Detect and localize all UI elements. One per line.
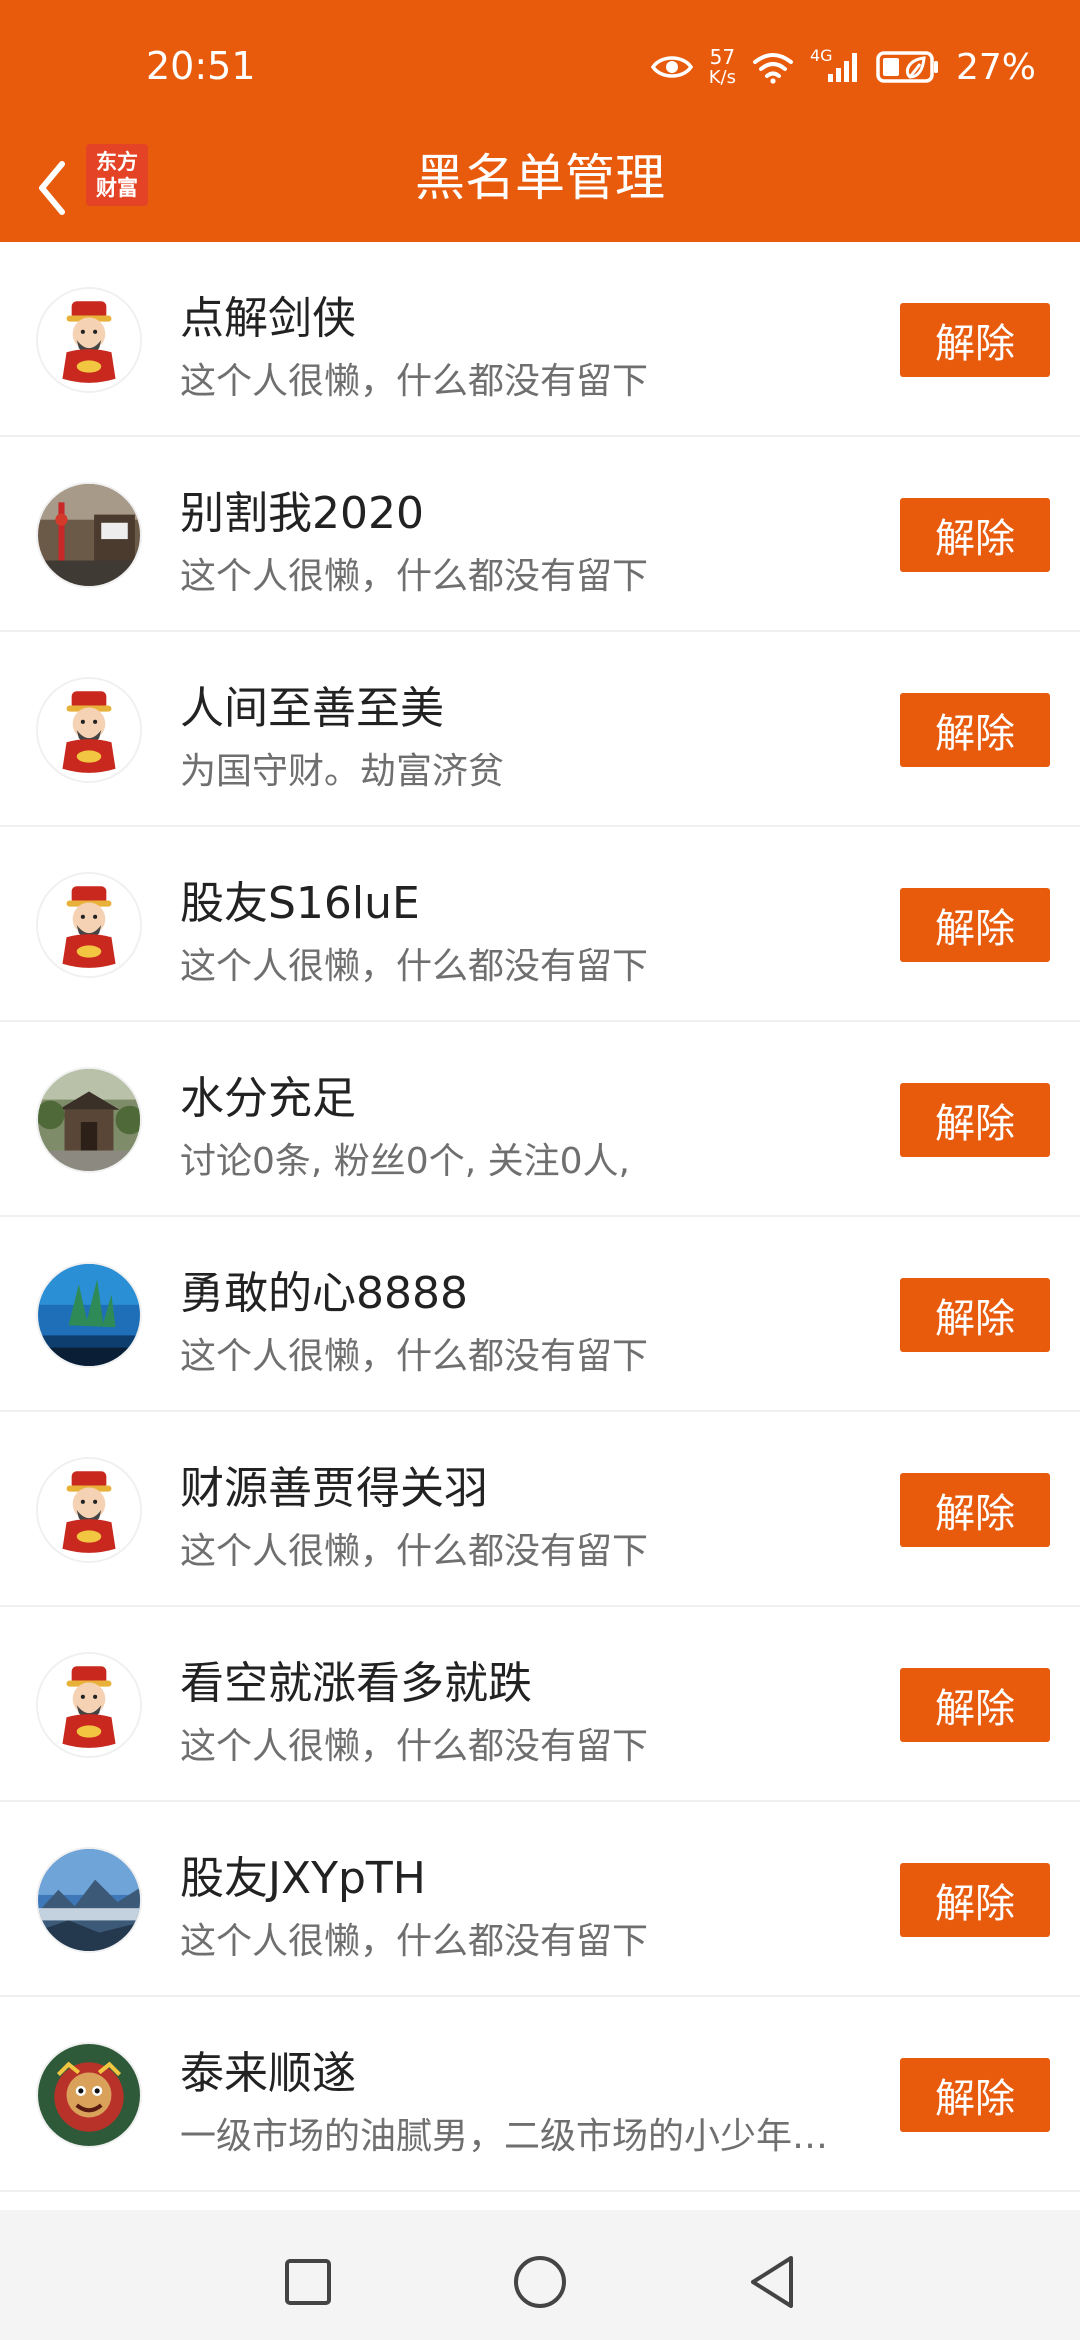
blocked-user-row: 股友S16luE 这个人很懒，什么都没有留下 解除: [0, 827, 1080, 1022]
blocked-user-row: 勇敢的心8888 这个人很懒，什么都没有留下 解除: [0, 1217, 1080, 1412]
user-name: 股友S16luE: [180, 878, 420, 929]
chevron-left-icon: [39, 161, 65, 215]
status-icons: 57 K/s 4G 27%: [650, 42, 1036, 92]
user-bio: 这个人很懒，什么都没有留下: [180, 946, 649, 987]
blocked-user-row: 点解剑侠 这个人很懒，什么都没有留下 解除: [0, 242, 1080, 437]
unblock-button[interactable]: 解除: [900, 303, 1050, 377]
brand-line-2: 财富: [96, 176, 138, 200]
battery-percent: 27%: [955, 46, 1036, 88]
user-name: 水分充足: [180, 1073, 356, 1124]
user-name: 看空就涨看多就跌: [180, 1658, 532, 1709]
triangle-back-icon: [751, 2256, 793, 2308]
battery-icon: [876, 51, 938, 83]
blocked-user-row: 别割我2020 这个人很懒，什么都没有留下 解除: [0, 437, 1080, 632]
unblock-button[interactable]: 解除: [900, 1473, 1050, 1547]
blocked-user-row: 股友JXYpTH 这个人很懒，什么都没有留下 解除: [0, 1802, 1080, 1997]
net-speed-value: 57: [709, 45, 736, 69]
user-bio: 这个人很懒，什么都没有留下: [180, 1921, 649, 1962]
unblock-button[interactable]: 解除: [900, 1278, 1050, 1352]
blocked-user-row: 水分充足 讨论0条, 粉丝0个, 关注0人, 解除: [0, 1022, 1080, 1217]
blocked-user-row: 看空就涨看多就跌 这个人很懒，什么都没有留下 解除: [0, 1607, 1080, 1802]
app-header: 20:51 57 K/s 4G 27% 黑名单管理 东方 财富: [0, 0, 1080, 242]
user-bio: 讨论0条, 粉丝0个, 关注0人,: [180, 1141, 630, 1182]
user-bio: 这个人很懒，什么都没有留下: [180, 361, 649, 402]
photo-avatar-building[interactable]: [36, 1067, 142, 1173]
brand-line-1: 东方: [96, 150, 138, 174]
brand-logo[interactable]: 东方 财富: [86, 144, 148, 206]
nav-back-button[interactable]: [722, 2232, 822, 2332]
blacklist-screen: 20:51 57 K/s 4G 27% 黑名单管理 东方 财富 点解剑侠 这个人…: [0, 0, 1080, 2340]
user-name: 人间至善至美: [180, 683, 444, 734]
photo-avatar-mountains[interactable]: [36, 1847, 142, 1953]
user-name: 勇敢的心8888: [180, 1268, 468, 1319]
eye-icon: [650, 56, 693, 78]
user-name: 泰来顺遂: [180, 2048, 356, 2099]
god-of-wealth-avatar[interactable]: [36, 1457, 142, 1563]
user-bio: 这个人很懒，什么都没有留下: [180, 1531, 649, 1572]
blocked-user-row: 泰来顺遂 一级市场的油腻男，二级市场的小少年… 解除: [0, 1997, 1080, 2192]
unblock-button[interactable]: 解除: [900, 693, 1050, 767]
back-button[interactable]: [18, 144, 86, 232]
wifi-icon: [752, 53, 793, 84]
unblock-button[interactable]: 解除: [900, 2058, 1050, 2132]
page-title: 黑名单管理: [415, 149, 665, 207]
unblock-button[interactable]: 解除: [900, 498, 1050, 572]
user-name: 股友JXYpTH: [180, 1853, 426, 1904]
signal-icon: 4G: [810, 46, 860, 84]
photo-avatar-street[interactable]: [36, 482, 142, 588]
user-name: 别割我2020: [180, 488, 424, 539]
unblock-button[interactable]: 解除: [900, 1668, 1050, 1742]
user-name: 点解剑侠: [180, 293, 356, 344]
unblock-button[interactable]: 解除: [900, 1083, 1050, 1157]
net-speed: 57 K/s: [709, 47, 736, 87]
user-bio: 这个人很懒，什么都没有留下: [180, 556, 649, 597]
square-icon: [285, 2259, 331, 2305]
unblock-button[interactable]: 解除: [900, 888, 1050, 962]
unblock-button[interactable]: 解除: [900, 1863, 1050, 1937]
title-bar: 黑名单管理 东方 财富: [0, 134, 1080, 242]
photo-avatar-aquarium[interactable]: [36, 1262, 142, 1368]
status-bar: 20:51 57 K/s 4G 27%: [0, 0, 1080, 134]
circle-icon: [514, 2256, 566, 2308]
blocked-user-row: 财源善贾得关羽 这个人很懒，什么都没有留下 解除: [0, 1412, 1080, 1607]
net-speed-unit: K/s: [708, 67, 736, 88]
user-bio: 为国守财。劫富济贫: [180, 751, 505, 792]
status-time: 20:51: [146, 44, 256, 88]
god-of-wealth-avatar[interactable]: [36, 677, 142, 783]
blocked-user-list: 点解剑侠 这个人很懒，什么都没有留下 解除 别割我2020 这个人很懒，什么都没…: [0, 242, 1080, 2192]
god-of-wealth-avatar[interactable]: [36, 872, 142, 978]
system-navigation-bar: [0, 2210, 1080, 2340]
god-of-wealth-avatar[interactable]: [36, 1652, 142, 1758]
recent-apps-button[interactable]: [258, 2232, 358, 2332]
god-of-wealth-avatar[interactable]: [36, 287, 142, 393]
user-name: 财源善贾得关羽: [180, 1463, 488, 1514]
photo-avatar-lion-dance[interactable]: [36, 2042, 142, 2148]
home-button[interactable]: [490, 2232, 590, 2332]
user-bio: 一级市场的油腻男，二级市场的小少年…: [180, 2116, 829, 2157]
blocked-user-row: 人间至善至美 为国守财。劫富济贫 解除: [0, 632, 1080, 827]
user-bio: 这个人很懒，什么都没有留下: [180, 1726, 649, 1767]
user-bio: 这个人很懒，什么都没有留下: [180, 1336, 649, 1377]
